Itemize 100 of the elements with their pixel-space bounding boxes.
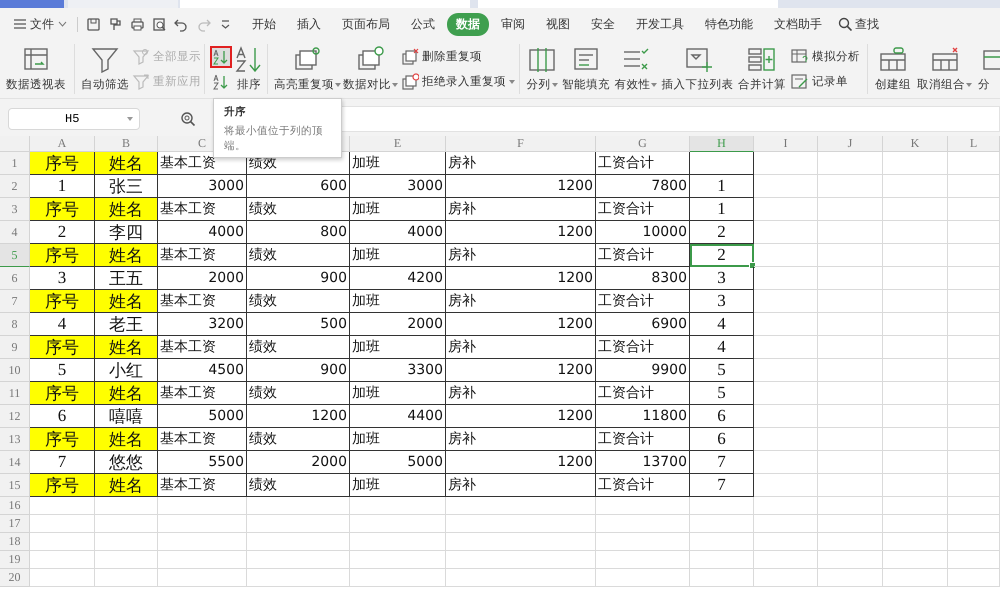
row-header[interactable]: 4 bbox=[0, 221, 30, 244]
table-cell: 工资合计 bbox=[596, 152, 690, 175]
table-cell: 房补 bbox=[446, 290, 596, 313]
redo-icon bbox=[196, 16, 211, 32]
ribbon-button[interactable]: 数据透视表 bbox=[5, 44, 67, 94]
ribbon-tab[interactable]: 页面布局 bbox=[333, 12, 399, 36]
remove-duplicates-icon bbox=[401, 48, 419, 65]
column-header[interactable]: F bbox=[446, 136, 596, 152]
row-header[interactable]: 14 bbox=[0, 451, 30, 474]
ribbon-button[interactable]: 分列 bbox=[525, 44, 559, 94]
search-icon bbox=[838, 17, 852, 31]
table-cell: 姓名 bbox=[95, 428, 158, 451]
row-header[interactable]: 16 bbox=[0, 497, 30, 515]
ribbon-button[interactable]: 取消组合 bbox=[916, 44, 973, 94]
format-painter-button[interactable] bbox=[108, 16, 123, 32]
column-header[interactable]: K bbox=[883, 136, 948, 152]
table-cell: 4000 bbox=[350, 221, 446, 244]
ribbon-tab[interactable]: 审阅 bbox=[492, 12, 534, 36]
undo-button[interactable] bbox=[174, 16, 189, 32]
ribbon-tab[interactable]: 数据 bbox=[447, 12, 489, 36]
column-header[interactable]: J bbox=[818, 136, 883, 152]
print-button[interactable] bbox=[130, 16, 145, 32]
table-cell: 基本工资 bbox=[158, 244, 247, 267]
table-cell: 13700 bbox=[596, 451, 690, 474]
ribbon-button[interactable]: 记录单 bbox=[788, 72, 862, 91]
table-cell: 4200 bbox=[350, 267, 446, 290]
empty-cell[interactable] bbox=[690, 152, 754, 175]
row-header[interactable]: 19 bbox=[0, 551, 30, 569]
table-cell: 6900 bbox=[596, 313, 690, 336]
ribbon-tab[interactable]: 开始 bbox=[243, 12, 285, 36]
row-header[interactable]: 11 bbox=[0, 382, 30, 405]
row-header[interactable]: 8 bbox=[0, 313, 30, 336]
ribbon-tab[interactable]: 特色功能 bbox=[696, 12, 762, 36]
ribbon-button[interactable]: 模拟分析 bbox=[788, 47, 862, 66]
print-preview-button[interactable] bbox=[152, 16, 167, 32]
table-cell: 5000 bbox=[158, 405, 247, 428]
table-cell: 工资合计 bbox=[596, 290, 690, 313]
table-cell: 房补 bbox=[446, 152, 596, 175]
ribbon-button[interactable]: 分 bbox=[977, 44, 1000, 94]
ribbon-tab[interactable]: 视图 bbox=[537, 12, 579, 36]
sort-ascending-button[interactable] bbox=[210, 46, 232, 68]
column-header[interactable]: I bbox=[754, 136, 818, 152]
row-header[interactable]: 2 bbox=[0, 175, 30, 198]
ribbon-button[interactable]: 有效性 bbox=[613, 44, 658, 94]
row-header[interactable]: 20 bbox=[0, 569, 30, 587]
ribbon-button[interactable]: 高亮重复项 bbox=[273, 44, 342, 94]
column-header[interactable]: E bbox=[350, 136, 446, 152]
ribbon-button[interactable]: 智能填充 bbox=[561, 44, 612, 94]
ribbon-button[interactable]: 数据对比 bbox=[342, 44, 399, 94]
row-header[interactable]: 17 bbox=[0, 515, 30, 533]
table-cell: 600 bbox=[247, 175, 350, 198]
ribbon-tab[interactable]: 文档助手 bbox=[765, 12, 831, 36]
what-if-icon bbox=[790, 48, 809, 65]
ribbon-tab[interactable]: 插入 bbox=[288, 12, 330, 36]
column-header[interactable]: A bbox=[30, 136, 95, 152]
row-header[interactable]: 1 bbox=[0, 152, 30, 175]
table-cell: 9900 bbox=[596, 359, 690, 382]
select-all-corner[interactable] bbox=[0, 136, 30, 152]
ribbon-button[interactable]: 创建组 bbox=[874, 44, 912, 94]
ribbon-tab[interactable]: 开发工具 bbox=[627, 12, 693, 36]
search-button[interactable]: 查找 bbox=[838, 16, 879, 32]
column-header[interactable]: G bbox=[596, 136, 690, 152]
table-cell: 500 bbox=[247, 313, 350, 336]
ribbon-button[interactable]: 排序 bbox=[232, 44, 266, 94]
row-header[interactable]: 9 bbox=[0, 336, 30, 359]
save-button[interactable] bbox=[86, 16, 101, 32]
zoom-button[interactable] bbox=[180, 110, 196, 126]
column-header[interactable]: L bbox=[948, 136, 1000, 152]
ribbon-button[interactable]: 删除重复项 bbox=[399, 47, 517, 66]
table-cell: 工资合计 bbox=[596, 428, 690, 451]
print-preview-icon bbox=[152, 16, 167, 32]
name-box[interactable]: H5 bbox=[8, 108, 140, 130]
table-cell: 房补 bbox=[446, 244, 596, 267]
table-cell: 加班 bbox=[350, 336, 446, 359]
redo-button[interactable] bbox=[196, 16, 211, 32]
ribbon-button[interactable]: 自动筛选 bbox=[80, 44, 130, 94]
table-cell: 工资合计 bbox=[596, 336, 690, 359]
ribbon-button[interactable]: 合并计算 bbox=[736, 44, 787, 94]
table-cell: 绩效 bbox=[247, 428, 350, 451]
column-header[interactable]: B bbox=[95, 136, 158, 152]
row-header[interactable]: 6 bbox=[0, 267, 30, 290]
table-cell: 房补 bbox=[446, 474, 596, 497]
file-menu[interactable]: 文件 bbox=[10, 14, 71, 34]
print-icon bbox=[130, 16, 145, 32]
row-header[interactable]: 18 bbox=[0, 533, 30, 551]
column-header[interactable]: H bbox=[690, 136, 754, 152]
row-header[interactable]: 5 bbox=[0, 244, 30, 267]
table-cell: 房补 bbox=[446, 198, 596, 221]
ribbon-tab[interactable]: 安全 bbox=[582, 12, 624, 36]
row-header[interactable]: 12 bbox=[0, 405, 30, 428]
ribbon-tab[interactable]: 公式 bbox=[402, 12, 444, 36]
row-header[interactable]: 13 bbox=[0, 428, 30, 451]
row-header[interactable]: 10 bbox=[0, 359, 30, 382]
table-cell: 4400 bbox=[350, 405, 446, 428]
row-header[interactable]: 7 bbox=[0, 290, 30, 313]
row-header[interactable]: 15 bbox=[0, 474, 30, 497]
ribbon-button[interactable]: 拒绝录入重复项 bbox=[399, 72, 517, 91]
table-cell: 基本工资 bbox=[158, 474, 247, 497]
ribbon-button[interactable]: 插入下拉列表 bbox=[660, 44, 735, 94]
row-header[interactable]: 3 bbox=[0, 198, 30, 221]
